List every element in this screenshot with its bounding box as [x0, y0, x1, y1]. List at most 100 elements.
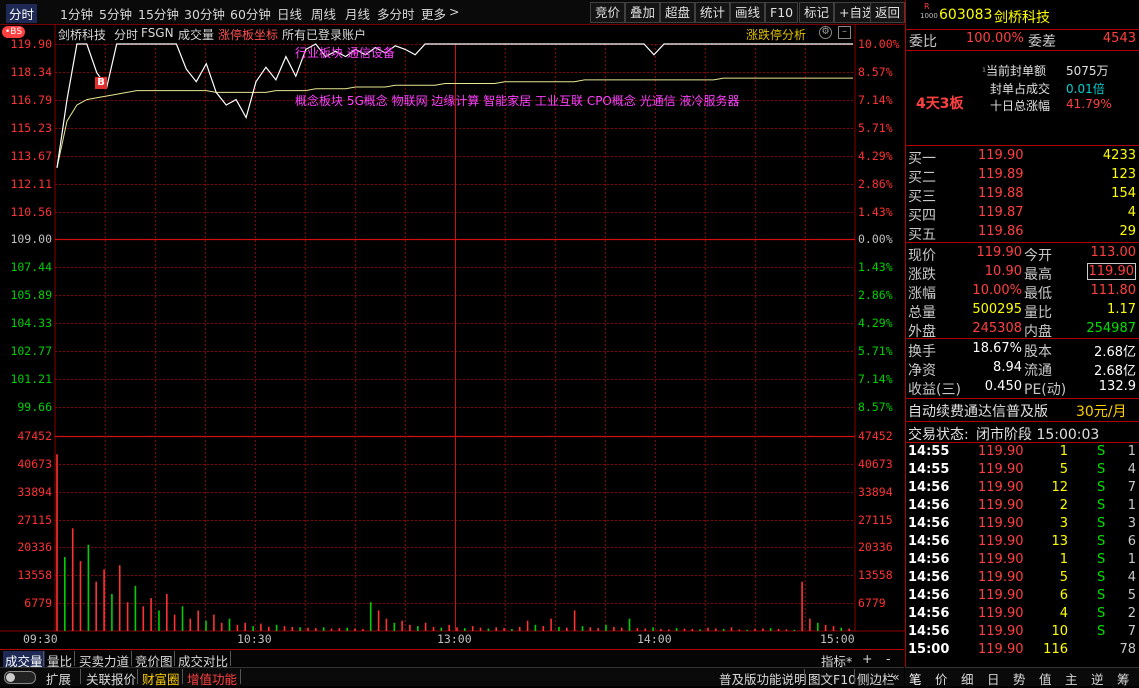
tick-row[interactable]: 14:56 119.90 3 S 3 [906, 516, 1139, 534]
stat-row[interactable]: 涨幅 10.00% 最低 111.80 [906, 283, 1139, 302]
tick-row[interactable]: 14:55 119.90 5 S 4 [906, 462, 1139, 480]
bid-row[interactable]: 买四 119.87 4 [906, 205, 1139, 224]
quote-tab[interactable]: 势 [1013, 669, 1026, 688]
period-tab-monthly[interactable]: 月线 [345, 4, 370, 23]
trade-status-value: 闭市阶段 15:00:03 [976, 427, 1100, 443]
tick-row[interactable]: 14:56 119.90 12 S 7 [906, 480, 1139, 498]
stat-row[interactable]: 涨跌 10.90 最高 119.90 [906, 263, 1139, 283]
period-tab-more[interactable]: 更多 [421, 4, 446, 23]
back-button[interactable]: 返回 [870, 2, 906, 23]
period-tab-daily[interactable]: 日线 [277, 4, 302, 23]
tick-time: 14:56 [908, 480, 950, 495]
tick-price: 119.90 [978, 552, 1024, 567]
ten-day-label: 十日总涨幅 [990, 99, 1051, 113]
share-stat-label: 净资 [908, 363, 936, 379]
mark-button[interactable]: 标记 [799, 2, 835, 23]
bid-label: 买一 [908, 151, 936, 167]
tick-row[interactable]: 14:56 119.90 5 S 4 [906, 570, 1139, 588]
quote-tab[interactable]: 笔 [909, 669, 922, 688]
volume-axis-label-right: 13558 [858, 568, 893, 583]
ad-price[interactable]: 30元/月 [1076, 401, 1127, 421]
collapse-arrow-icon[interactable]: « [892, 669, 900, 684]
quote-tab[interactable]: 日 [987, 669, 1000, 688]
quote-tab[interactable]: 值 [1039, 669, 1052, 688]
price-axis-label: 109.00 [10, 232, 52, 247]
edition-help-link[interactable]: 普及版功能说明 [719, 669, 807, 688]
bid-row[interactable]: 买三 119.88 154 [906, 186, 1139, 205]
quote-tab-bar: 笔价细日势值主逆筹 [905, 667, 1139, 688]
quote-tab[interactable]: 逆 [1091, 669, 1104, 688]
period-tab-15min[interactable]: 15分钟 [138, 4, 179, 23]
chart-indicator[interactable]: FSGN [141, 26, 174, 40]
price-axis-label: 101.21 [10, 372, 52, 387]
share-stat-label: 股本 [1024, 344, 1052, 360]
industry-annotation: 行业板块 通信设备 [295, 46, 395, 60]
bid-row[interactable]: 买一 119.90 4233 [906, 148, 1139, 167]
quote-tab[interactable]: 主 [1065, 669, 1078, 688]
tick-time: 14:56 [908, 588, 950, 603]
share-stat-row[interactable]: 收益(三) 0.450 PE(动) 132.9 [906, 379, 1139, 398]
price-axis-label: 118.34 [10, 64, 52, 79]
stat-row[interactable]: 现价 119.90 今开 113.00 [906, 245, 1139, 264]
market-tag: R [924, 2, 930, 11]
share-stat-row[interactable]: 换手 18.67% 股本 2.68亿 [906, 341, 1139, 360]
minimize-icon[interactable]: – [838, 26, 851, 39]
quote-tab[interactable]: 筹 [1117, 669, 1130, 688]
period-tab-multi-intraday[interactable]: 多分时 [377, 4, 415, 23]
zoom-out-button[interactable]: - [886, 651, 891, 666]
tick-row[interactable]: 14:56 119.90 10 S 7 [906, 624, 1139, 642]
settings-gear-icon[interactable]: ⚙ [819, 26, 832, 39]
limit-analysis-button[interactable]: 涨跌停分析 [746, 26, 806, 43]
zoom-in-button[interactable]: + [862, 651, 872, 666]
tick-row[interactable]: 14:56 119.90 4 S 2 [906, 606, 1139, 624]
tick-row[interactable]: 15:00 119.90 116 78 [906, 642, 1139, 660]
f10-graphic-link[interactable]: 图文F10 [808, 669, 856, 688]
wealth-circle-link[interactable]: 财富圈 [142, 669, 180, 688]
sidebar-link[interactable]: 侧边栏 [857, 669, 895, 688]
f10-button[interactable]: F10 [765, 2, 799, 23]
buy-marker[interactable]: B [95, 77, 107, 89]
quote-tab[interactable]: 细 [961, 669, 974, 688]
auction-button[interactable]: 竞价 [590, 2, 626, 23]
period-tab-weekly[interactable]: 周线 [311, 4, 336, 23]
bid-row[interactable]: 买二 119.89 123 [906, 167, 1139, 186]
stat-label: 总量 [908, 305, 936, 321]
extend-toggle[interactable] [4, 671, 36, 684]
quote-tab[interactable]: 价 [935, 669, 948, 688]
period-tab-30min[interactable]: 30分钟 [184, 4, 225, 23]
intraday-chart[interactable] [0, 24, 905, 649]
period-tab-1min[interactable]: 1分钟 [60, 4, 93, 23]
value-added-link[interactable]: 增值功能 [187, 669, 237, 688]
account-selector[interactable]: 所有已登录账户 [282, 26, 366, 43]
overlay-button[interactable]: 叠加 [625, 2, 661, 23]
webi-value: 100.00% [966, 31, 1024, 46]
tick-row[interactable]: 14:55 119.90 1 S 1 [906, 444, 1139, 462]
stat-value: 500295 [972, 302, 1022, 317]
statistics-button[interactable]: 统计 [695, 2, 731, 23]
limit-coord-toggle[interactable]: 涨停板坐标 [218, 26, 278, 43]
tick-row[interactable]: 14:56 119.90 2 S 1 [906, 498, 1139, 516]
tick-row[interactable]: 14:56 119.90 13 S 6 [906, 534, 1139, 552]
stat-label: 涨幅 [908, 286, 936, 302]
price-axis-label: 107.44 [10, 260, 52, 275]
period-tab-60min[interactable]: 60分钟 [230, 4, 271, 23]
tick-volume: 5 [1059, 462, 1068, 477]
stat-row[interactable]: 外盘 245308 内盘 254987 [906, 321, 1139, 340]
percent-axis-label: 10.00% [858, 37, 900, 51]
bid-row[interactable]: 买五 119.86 29 [906, 224, 1139, 243]
related-quotes-link[interactable]: 关联报价 [86, 669, 136, 688]
tick-row[interactable]: 14:56 119.90 1 S 1 [906, 552, 1139, 570]
draw-line-button[interactable]: 画线 [730, 2, 766, 23]
ad-text[interactable]: 自动续费通达信普及版 [908, 401, 1048, 421]
tick-row[interactable]: 14:56 119.90 6 S 5 [906, 588, 1139, 606]
volume-axis-label: 27115 [17, 512, 52, 527]
percent-axis-label: 4.29% [858, 148, 893, 163]
period-tab-5min[interactable]: 5分钟 [99, 4, 132, 23]
footer-bar: 扩展 关联报价 财富圈 增值功能 普及版功能说明 图文F10 侧边栏 « [0, 667, 904, 688]
extend-label[interactable]: 扩展 [46, 669, 71, 688]
super-tape-button[interactable]: 超盘 [660, 2, 696, 23]
percent-axis-label: 5.71% [858, 120, 893, 135]
share-stat-row[interactable]: 净资 8.94 流通 2.68亿 [906, 360, 1139, 379]
stat-row[interactable]: 总量 500295 量比 1.17 [906, 302, 1139, 321]
period-tab-intraday[interactable]: 分时 [6, 4, 38, 23]
